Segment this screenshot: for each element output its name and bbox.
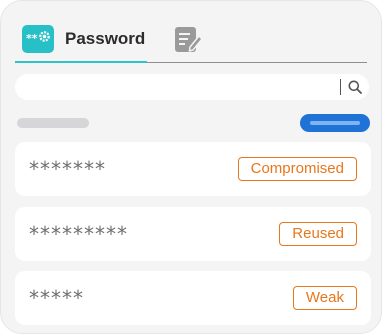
tab-divider xyxy=(147,62,367,63)
password-list-item[interactable]: ***** Weak xyxy=(15,271,371,325)
password-list-item[interactable]: ********* Reused xyxy=(15,207,371,261)
search-input[interactable] xyxy=(15,74,369,100)
masked-password: ***** xyxy=(29,286,84,310)
tab-notes-edit-icon[interactable] xyxy=(173,25,204,55)
password-list-item[interactable]: ******* Compromised xyxy=(15,142,371,196)
masked-password: ********* xyxy=(29,222,128,246)
status-badge: Reused xyxy=(279,222,357,246)
password-panel: ** Password ******* Compromised ********… xyxy=(0,0,382,334)
search-icon[interactable] xyxy=(348,80,362,94)
action-button[interactable] xyxy=(300,114,370,132)
status-badge: Weak xyxy=(292,286,357,310)
placeholder-text-skeleton xyxy=(17,118,89,128)
tab-password-label: Password xyxy=(65,29,146,48)
text-caret xyxy=(339,79,341,95)
tab-password[interactable]: ** Password xyxy=(15,17,147,63)
masked-password: ******* xyxy=(29,157,106,181)
gear-icon xyxy=(39,31,50,42)
action-button-label-skeleton xyxy=(310,121,360,125)
tab-bar: ** Password xyxy=(15,17,367,63)
password-key-icon: ** xyxy=(22,25,54,53)
status-badge: Compromised xyxy=(237,157,357,181)
